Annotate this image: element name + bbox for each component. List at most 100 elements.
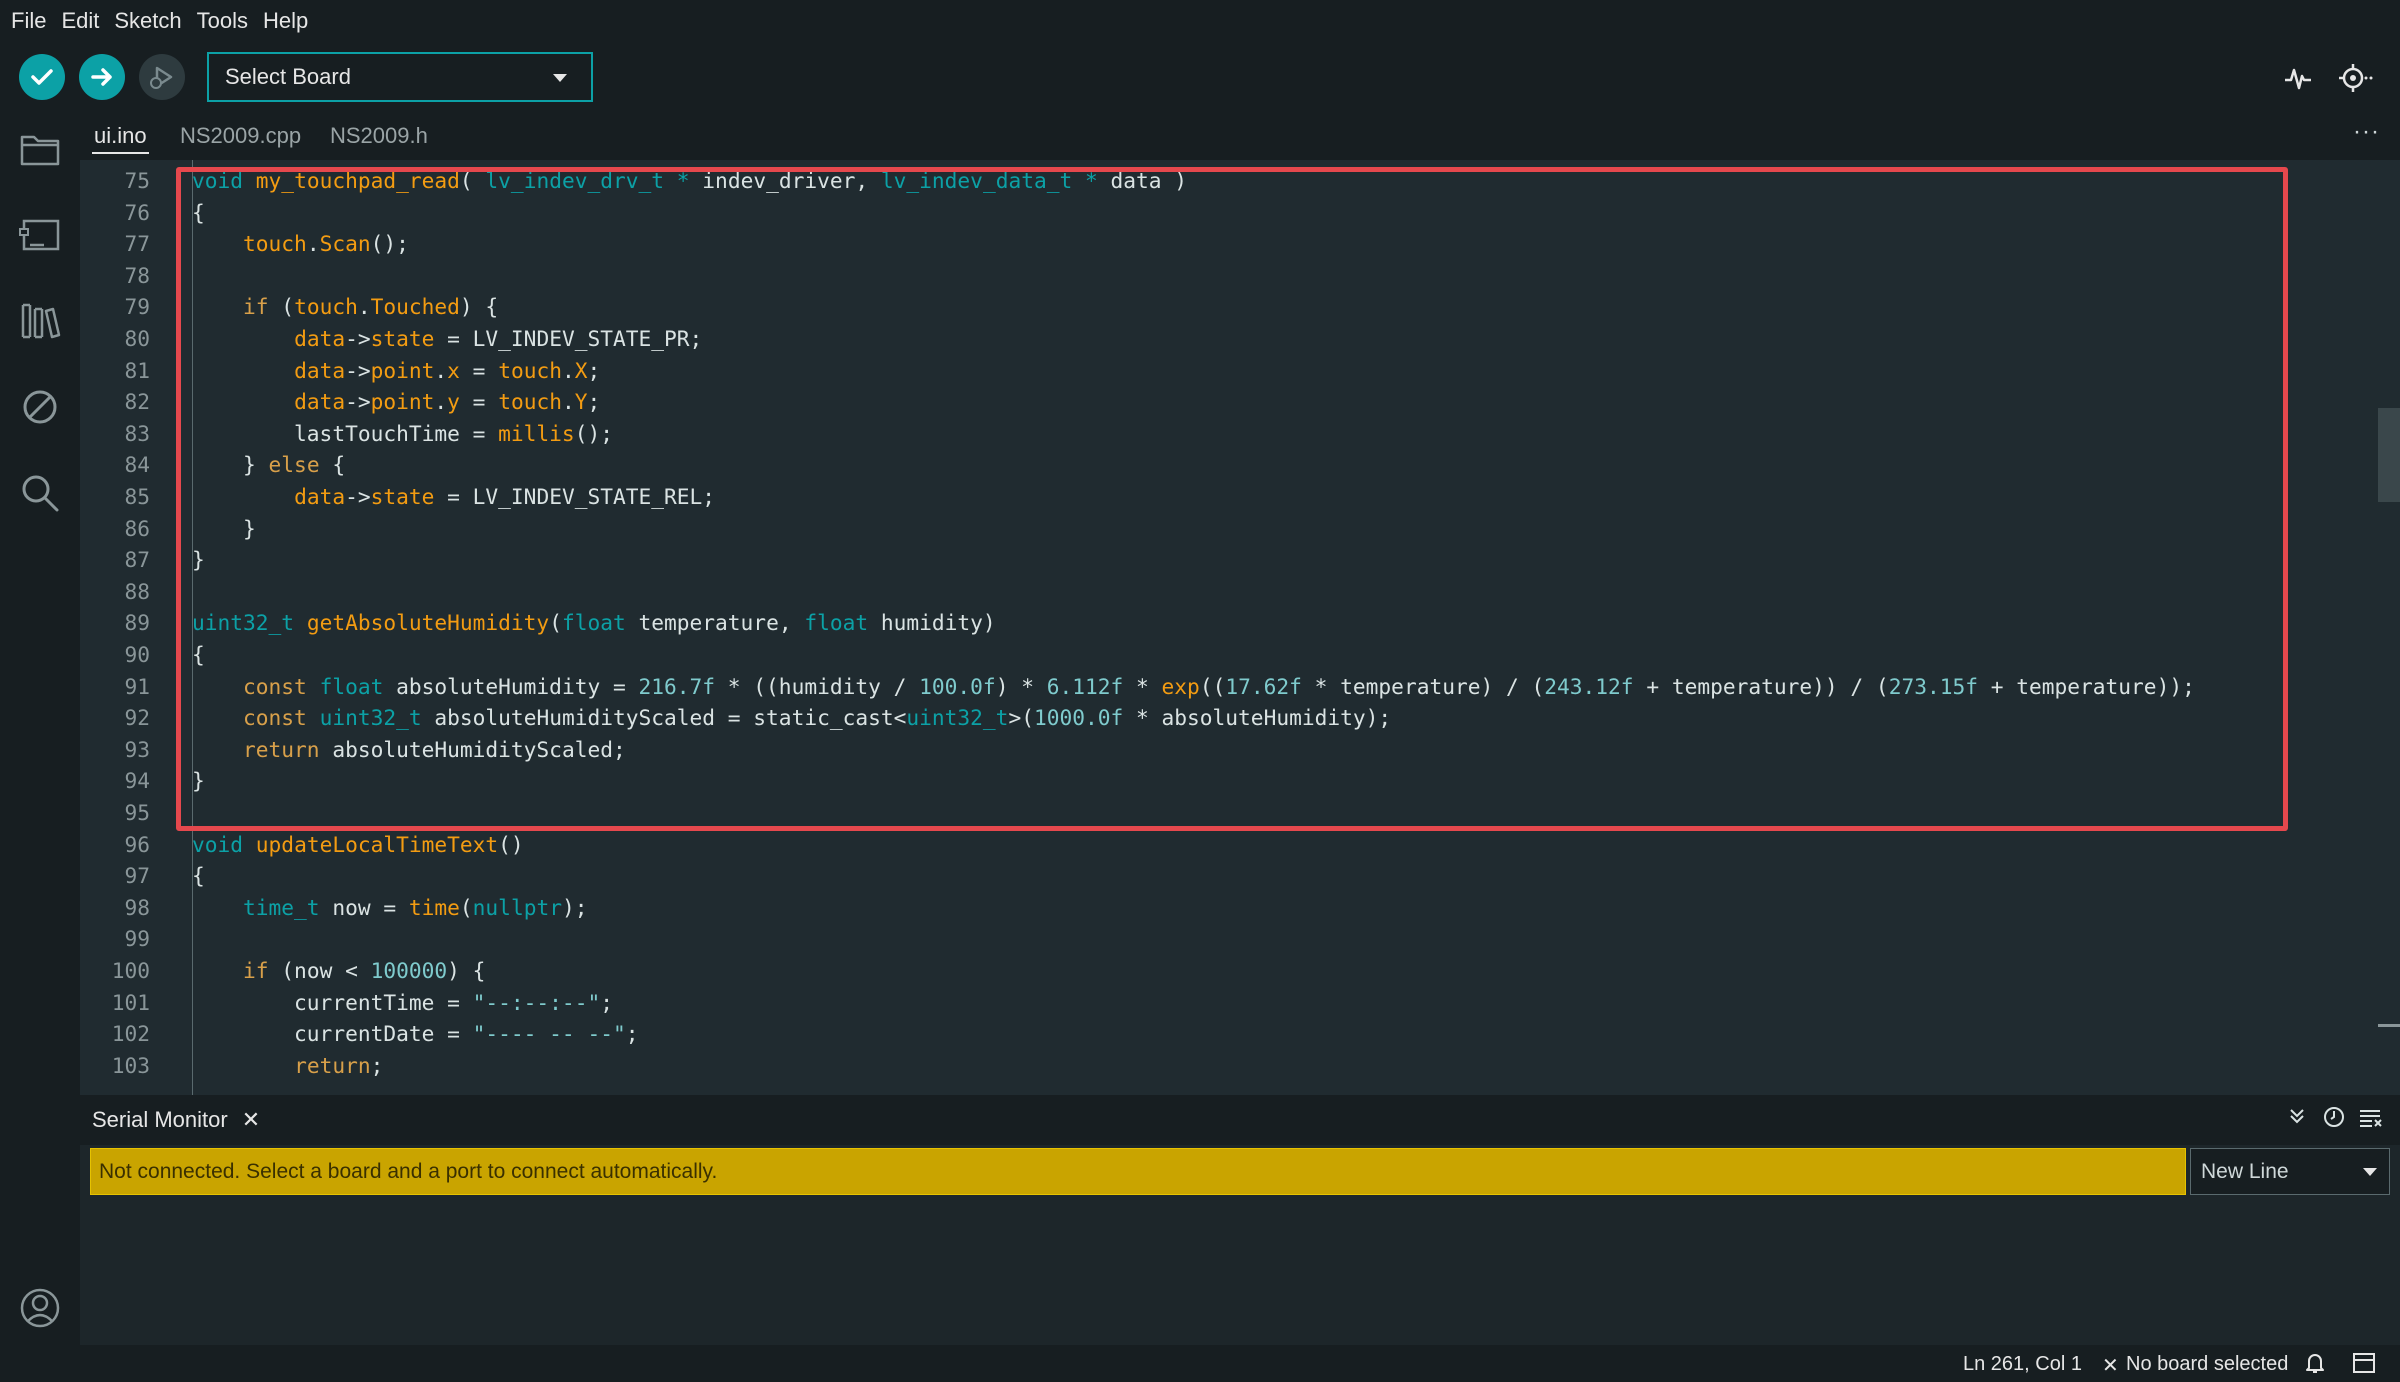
serial-plotter-button[interactable] [2278, 60, 2318, 96]
editor-scrollbar-thumb[interactable] [2378, 408, 2400, 502]
menu-sketch[interactable]: Sketch [109, 8, 191, 34]
timestamp-toggle-icon[interactable] [2322, 1105, 2346, 1135]
scrollbar-marker [2378, 1024, 2400, 1027]
close-icon[interactable]: ✕ [242, 1107, 260, 1133]
line-number: 102 [111, 1021, 150, 1047]
line-number: 84 [124, 452, 150, 478]
connection-warning[interactable]: Not connected. Select a board and a port… [90, 1148, 2186, 1195]
more-actions-icon[interactable]: ··· [2353, 118, 2380, 146]
menu-file[interactable]: File [6, 8, 56, 34]
line-number: 91 [124, 673, 150, 699]
line-number: 78 [124, 262, 150, 288]
code-line[interactable]: return absoluteHumidityScaled; [192, 734, 626, 766]
board-icon [19, 219, 60, 251]
line-number: 88 [124, 578, 150, 604]
editor-tabs: ui.ino NS2009.cpp NS2009.h ··· [80, 112, 2400, 160]
code-line[interactable]: } else { [192, 449, 345, 481]
tab-ns2009-h[interactable]: NS2009.h [330, 112, 428, 160]
code-line[interactable]: const uint32_t absoluteHumidityScaled = … [192, 702, 1391, 734]
code-line[interactable]: } [192, 765, 205, 797]
code-line[interactable]: data->point.x = touch.X; [192, 355, 600, 387]
code-line[interactable]: data->state = LV_INDEV_STATE_REL; [192, 481, 715, 513]
code-line[interactable]: if (touch.Touched) { [192, 291, 498, 323]
line-number: 83 [124, 420, 150, 446]
code-line[interactable]: return; [192, 1050, 383, 1082]
line-number: 98 [124, 894, 150, 920]
serial-monitor-tabbar: Serial Monitor ✕ [80, 1095, 2400, 1145]
menu-tools[interactable]: Tools [192, 8, 258, 34]
code-line[interactable]: void updateLocalTimeText() [192, 829, 524, 861]
code-line[interactable]: currentTime = "--:--:--"; [192, 987, 613, 1019]
code-editor[interactable]: 75 76 77 78 79 80 81 82 83 84 85 86 87 88 89 90 91 92 93 94… [80, 160, 2400, 1095]
toolbar: Select Board [0, 42, 2400, 112]
board-select[interactable]: Select Board [207, 52, 593, 102]
activity-bar [0, 112, 80, 1382]
serial-monitor-icon [2339, 64, 2373, 92]
boards-manager-button[interactable] [17, 212, 63, 258]
collapse-panel-icon[interactable] [2286, 1105, 2308, 1133]
line-number: 76 [124, 199, 150, 225]
user-icon [20, 1288, 60, 1328]
toggle-panel-icon[interactable] [2352, 1352, 2376, 1380]
line-number: 82 [124, 389, 150, 415]
line-number: 97 [124, 863, 150, 889]
search-button[interactable] [17, 470, 63, 516]
serial-monitor-panel: Serial Monitor ✕ Not connected. Select a… [80, 1095, 2400, 1345]
search-icon [22, 475, 59, 512]
line-number: 103 [111, 1052, 150, 1078]
line-number: 86 [124, 515, 150, 541]
code-line[interactable]: { [192, 860, 205, 892]
line-number: 93 [124, 736, 150, 762]
board-select-label: Select Board [225, 64, 351, 89]
code-line[interactable]: void my_touchpad_read( lv_indev_drv_t * … [192, 165, 1187, 197]
debug-button[interactable] [139, 54, 185, 100]
library-manager-button[interactable] [17, 298, 63, 344]
code-line[interactable]: { [192, 197, 205, 229]
line-number: 90 [124, 642, 150, 667]
code-line[interactable]: { [192, 639, 205, 671]
status-bar: Ln 261, Col 1 ✕ No board selected [0, 1345, 2400, 1382]
tab-serial-monitor[interactable]: Serial Monitor ✕ [92, 1095, 260, 1145]
code-line[interactable]: data->state = LV_INDEV_STATE_PR; [192, 323, 702, 355]
line-number: 79 [124, 294, 150, 320]
code-line[interactable]: currentDate = "---- -- --"; [192, 1018, 638, 1050]
code-line[interactable]: if (now < 100000) { [192, 955, 485, 987]
line-number: 81 [124, 357, 150, 383]
code-line[interactable]: lastTouchTime = millis(); [192, 418, 613, 450]
code-line[interactable]: } [192, 513, 256, 545]
sketchbook-button[interactable] [17, 126, 63, 172]
upload-button[interactable] [79, 54, 125, 100]
line-number: 96 [124, 831, 150, 857]
chevron-down-icon [2363, 1168, 2377, 1176]
line-number: 85 [124, 484, 150, 509]
line-number: 95 [124, 800, 150, 825]
code-line[interactable]: } [192, 544, 205, 576]
menu-edit[interactable]: Edit [56, 8, 109, 34]
code-line[interactable]: uint32_t getAbsoluteHumidity(float tempe… [192, 607, 996, 639]
menu-help[interactable]: Help [258, 8, 318, 34]
tab-ns2009-cpp[interactable]: NS2009.cpp [180, 112, 301, 160]
code-line[interactable]: touch.Scan(); [192, 228, 409, 260]
tab-ui-ino[interactable]: ui.ino [92, 112, 149, 160]
line-number: 99 [124, 926, 150, 952]
checkmark-icon [31, 69, 53, 85]
serial-monitor-button[interactable] [2336, 60, 2376, 96]
board-status[interactable]: No board selected [2126, 1353, 2288, 1376]
notification-bell-icon[interactable] [2304, 1351, 2326, 1381]
code-line[interactable]: data->point.y = touch.Y; [192, 386, 600, 418]
no-board-icon: ✕ [2102, 1355, 2119, 1377]
account-button[interactable] [17, 1285, 63, 1331]
folder-icon [20, 135, 60, 166]
no-debug-icon [23, 390, 57, 424]
line-ending-label: New Line [2201, 1159, 2289, 1183]
cursor-position[interactable]: Ln 261, Col 1 [1963, 1353, 2082, 1376]
clear-output-icon[interactable] [2358, 1105, 2384, 1135]
code-line[interactable]: time_t now = time(nullptr); [192, 892, 587, 924]
line-number: 75 [124, 168, 150, 193]
debug-panel-button[interactable] [17, 384, 63, 430]
line-number: 80 [124, 326, 150, 351]
verify-button[interactable] [19, 54, 65, 100]
line-ending-select[interactable]: New Line [2190, 1148, 2390, 1195]
code-area[interactable]: void my_touchpad_read( lv_indev_drv_t * … [192, 160, 2400, 1095]
code-line[interactable]: const float absoluteHumidity = 216.7f * … [192, 671, 2195, 703]
